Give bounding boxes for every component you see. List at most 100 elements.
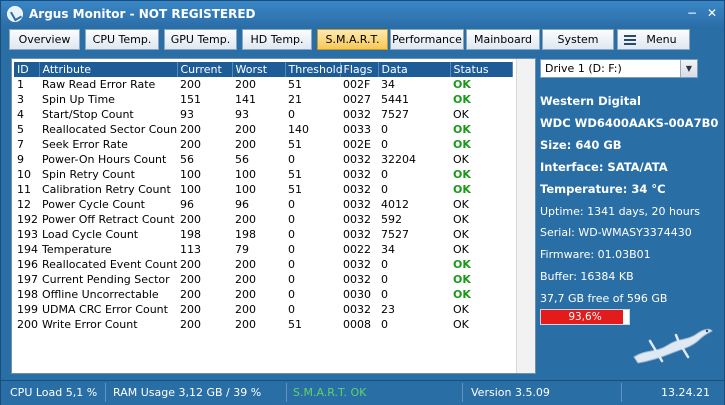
- drive-model: WDC WD6400AAKS-00A7B0: [540, 116, 719, 130]
- status-bar: CPU Load 5,1 % RAM Usage 3,12 GB / 39 % …: [1, 380, 724, 405]
- cell-flags: 0032: [343, 198, 371, 211]
- cell-current: 200: [180, 78, 201, 91]
- cell-data: 0: [381, 168, 388, 181]
- minimize-icon[interactable]: −: [684, 6, 700, 20]
- cell-current: 200: [180, 258, 201, 271]
- cell-data: 7527: [381, 108, 409, 121]
- menu-button[interactable]: Menu: [617, 29, 690, 50]
- cell-attribute: Power Off Retract Count: [42, 213, 175, 226]
- table-row[interactable]: 200 Write Error Count 200 200 51 0008 0 OK: [14, 317, 512, 332]
- cell-worst: 200: [235, 138, 256, 151]
- table-row[interactable]: 5 Reallocated Sector Count 200 200 140 0033 0 O…: [14, 122, 512, 137]
- tab-system[interactable]: System: [542, 29, 614, 50]
- drive-select[interactable]: Drive 1 (D: F:) ▼: [540, 59, 698, 78]
- cell-id: 1: [17, 78, 24, 91]
- table-row[interactable]: 11 Calibration Retry Count 100 100 51 0032 0 OK: [14, 182, 512, 197]
- status-separator: [621, 383, 622, 402]
- tab-hd-temp[interactable]: HD Temp.: [242, 29, 312, 50]
- col-header-worst[interactable]: Worst: [232, 62, 286, 77]
- table-row[interactable]: 4 Start/Stop Count 93 93 0 0032 7527 OK: [14, 107, 512, 122]
- status-separator: [462, 383, 463, 402]
- table-row[interactable]: 10 Spin Retry Count 100 100 51 0032 0 OK: [14, 167, 512, 182]
- cell-flags: 0032: [343, 153, 371, 166]
- cell-status: OK: [453, 258, 471, 271]
- argus-app-icon[interactable]: [7, 6, 23, 22]
- cell-current: 200: [180, 123, 201, 136]
- col-header-flags[interactable]: Flags: [340, 62, 379, 77]
- cell-status: OK: [453, 273, 471, 286]
- col-header-status[interactable]: Status: [450, 62, 513, 77]
- cell-attribute: Calibration Retry Count: [42, 183, 171, 196]
- cell-status: OK: [453, 108, 469, 121]
- cell-id: 3: [17, 93, 24, 106]
- cell-id: 194: [17, 243, 38, 256]
- cell-status: OK: [453, 213, 469, 226]
- table-row[interactable]: 7 Seek Error Rate 200 200 51 002E 0 OK: [14, 137, 512, 152]
- table-row[interactable]: 194 Temperature 113 79 0 0022 34 OK: [14, 242, 512, 257]
- cell-threshold: 0: [288, 243, 295, 256]
- status-version: Version 3.5.09: [471, 386, 550, 399]
- tab-cpu-temp[interactable]: CPU Temp.: [85, 29, 159, 50]
- cell-data: 0: [381, 273, 388, 286]
- col-header-current[interactable]: Current: [177, 62, 233, 77]
- cell-worst: 200: [235, 318, 256, 331]
- title-bar[interactable]: Argus Monitor - NOT REGISTERED − ✕: [1, 1, 724, 27]
- table-row[interactable]: 198 Offline Uncorrectable 200 200 0 0030 0 OK: [14, 287, 512, 302]
- cell-current: 200: [180, 213, 201, 226]
- table-row[interactable]: 12 Power Cycle Count 96 96 0 0032 4012 OK: [14, 197, 512, 212]
- table-row[interactable]: 199 UDMA CRC Error Count 200 200 0 0032 23 OK: [14, 302, 512, 317]
- col-header-threshold[interactable]: Threshold: [285, 62, 343, 77]
- chevron-down-icon[interactable]: ▼: [680, 60, 697, 77]
- cell-id: 5: [17, 123, 24, 136]
- cell-id: 199: [17, 303, 38, 316]
- close-icon[interactable]: ✕: [704, 6, 720, 20]
- col-header-data[interactable]: Data: [378, 62, 451, 77]
- table-row[interactable]: 196 Reallocated Event Count 200 200 0 0032 0 OK: [14, 257, 512, 272]
- tab-smart[interactable]: S.M.A.R.T.: [317, 29, 388, 50]
- cell-id: 12: [17, 198, 31, 211]
- cell-flags: 0027: [343, 93, 371, 106]
- cell-flags: 0032: [343, 258, 371, 271]
- cell-id: 198: [17, 288, 38, 301]
- table-vertical-scrollbar[interactable]: [516, 59, 535, 373]
- cell-threshold: 0: [288, 258, 295, 271]
- table-row[interactable]: 1 Raw Read Error Rate 200 200 51 002F 34 OK: [14, 77, 512, 92]
- status-cpu-load: CPU Load 5,1 %: [10, 386, 98, 399]
- cell-id: 7: [17, 138, 24, 151]
- table-row[interactable]: 9 Power-On Hours Count 56 56 0 0032 32204 OK: [14, 152, 512, 167]
- cell-data: 4012: [381, 198, 409, 211]
- tab-mainboard[interactable]: Mainboard: [466, 29, 540, 50]
- cell-worst: 100: [235, 168, 256, 181]
- cell-current: 93: [180, 108, 194, 121]
- cell-status: OK: [453, 198, 469, 211]
- table-row[interactable]: 3 Spin Up Time 151 141 21 0027 5441 OK: [14, 92, 512, 107]
- drive-temperature: Temperature: 34 °C: [540, 182, 666, 196]
- cell-status: OK: [453, 288, 471, 301]
- cell-threshold: 140: [288, 123, 309, 136]
- tab-performance[interactable]: Performance: [390, 29, 464, 50]
- cell-worst: 100: [235, 183, 256, 196]
- cell-id: 200: [17, 318, 38, 331]
- cell-status: OK: [453, 318, 469, 331]
- cell-flags: 0032: [343, 213, 371, 226]
- cell-flags: 0032: [343, 228, 371, 241]
- table-row[interactable]: 193 Load Cycle Count 198 198 0 0032 7527 OK: [14, 227, 512, 242]
- col-header-attribute[interactable]: Attribute: [39, 62, 178, 77]
- status-ram-usage: RAM Usage 3,12 GB / 39 %: [113, 386, 262, 399]
- col-header-id[interactable]: ID: [14, 62, 40, 77]
- status-separator: [105, 383, 106, 402]
- cell-data: 0: [381, 318, 388, 331]
- table-row[interactable]: 192 Power Off Retract Count 200 200 0 0032 592…: [14, 212, 512, 227]
- cell-attribute: Reallocated Event Count: [42, 258, 177, 271]
- cell-flags: 002E: [343, 138, 371, 151]
- cell-worst: 200: [235, 303, 256, 316]
- cell-current: 151: [180, 93, 201, 106]
- cell-flags: 0032: [343, 168, 371, 181]
- cell-threshold: 0: [288, 303, 295, 316]
- tab-gpu-temp[interactable]: GPU Temp.: [164, 29, 237, 50]
- cell-data: 34: [381, 243, 395, 256]
- table-row[interactable]: 197 Current Pending Sector 200 200 0 0032 0 OK: [14, 272, 512, 287]
- cell-threshold: 0: [288, 108, 295, 121]
- cell-threshold: 0: [288, 153, 295, 166]
- tab-overview[interactable]: Overview: [9, 29, 80, 50]
